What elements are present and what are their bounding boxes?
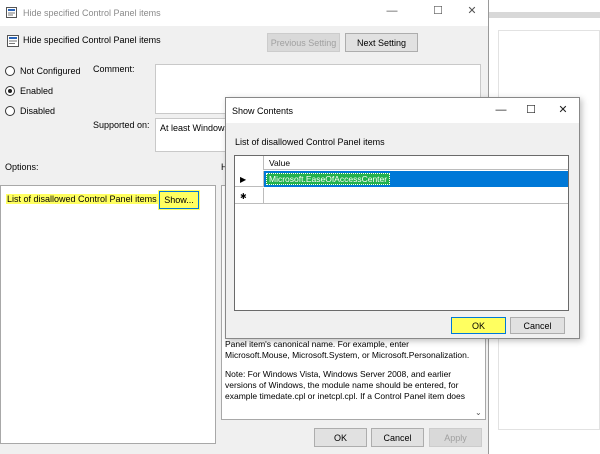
policy-app-icon — [6, 7, 17, 18]
radio-disabled-circle[interactable] — [5, 106, 15, 116]
grid-corner — [235, 156, 264, 170]
dialog-maximize-button[interactable]: ☐ — [516, 98, 546, 123]
cancel-button[interactable]: Cancel — [371, 428, 424, 447]
value-cell-text[interactable]: Microsoft.EaseOfAccessCenter — [266, 173, 391, 185]
dialog-close-button[interactable]: ✕ — [548, 98, 578, 123]
dialog-titlebar: Show Contents — ☐ ✕ — [226, 98, 579, 123]
next-setting-button[interactable]: Next Setting — [345, 33, 418, 52]
grid-header: Value — [235, 156, 568, 170]
window-titlebar: Hide specified Control Panel items — ☐ ✕ — [0, 0, 488, 26]
help-paragraph: Note: For Windows Vista, Windows Server … — [225, 369, 466, 401]
ok-button[interactable]: OK — [314, 428, 367, 447]
apply-button[interactable]: Apply — [429, 428, 482, 447]
options-panel: List of disallowed Control Panel items S… — [0, 185, 216, 444]
options-label: Options: — [5, 162, 39, 172]
radio-enabled[interactable]: Enabled — [5, 86, 53, 96]
radio-not-configured-circle[interactable] — [5, 66, 15, 76]
radio-enabled-label: Enabled — [20, 86, 54, 96]
new-row-icon: ✱ — [235, 188, 264, 204]
policy-setting-icon — [7, 35, 19, 47]
minimize-button[interactable]: — — [375, 0, 409, 22]
value-cell[interactable] — [264, 188, 568, 204]
close-button[interactable]: ✕ — [455, 0, 489, 22]
radio-not-configured[interactable]: Not Configured — [5, 66, 81, 76]
dialog-minimize-button[interactable]: — — [486, 98, 516, 123]
supported-on-label: Supported on: — [93, 120, 150, 130]
background-window-bar — [488, 12, 600, 18]
radio-disabled-label: Disabled — [20, 106, 56, 116]
dialog-title: Show Contents — [232, 106, 294, 116]
show-button[interactable]: Show... — [158, 190, 200, 210]
help-text: Panel item's canonical name. For example… — [225, 339, 471, 410]
dialog-caption: List of disallowed Control Panel items — [235, 137, 385, 147]
dialog-ok-button[interactable]: OK — [451, 317, 506, 334]
value-column-header: Value — [269, 158, 291, 168]
disallowed-items-label: List of disallowed Control Panel items — [6, 194, 158, 204]
table-row[interactable]: ▶ Microsoft.EaseOfAccessCenter — [235, 171, 568, 187]
dialog-cancel-button[interactable]: Cancel — [510, 317, 565, 334]
value-cell[interactable]: Microsoft.EaseOfAccessCenter — [264, 171, 568, 187]
scroll-down-icon[interactable]: ⌄ — [475, 408, 482, 417]
radio-not-configured-label: Not Configured — [20, 66, 81, 76]
policy-title: Hide specified Control Panel items — [23, 35, 161, 45]
supported-on-value: At least Windows — [160, 123, 230, 133]
radio-disabled[interactable]: Disabled — [5, 106, 55, 116]
table-row[interactable]: ✱ — [235, 188, 568, 204]
row-pointer-icon: ▶ — [235, 171, 264, 187]
previous-setting-button[interactable]: Previous Setting — [267, 33, 340, 52]
radio-enabled-circle[interactable] — [5, 86, 15, 96]
maximize-button[interactable]: ☐ — [421, 0, 455, 22]
comment-label: Comment: — [93, 64, 135, 74]
show-contents-dialog: Show Contents — ☐ ✕ List of disallowed C… — [225, 97, 580, 339]
help-paragraph: Panel item's canonical name. For example… — [225, 339, 470, 360]
values-grid: Value ▶ Microsoft.EaseOfAccessCenter ✱ — [234, 155, 569, 311]
window-title: Hide specified Control Panel items — [23, 8, 161, 18]
